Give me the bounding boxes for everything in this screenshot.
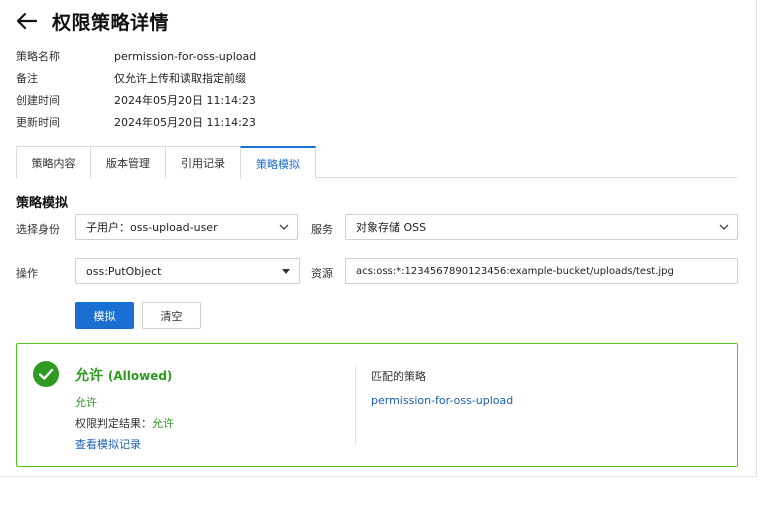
service-select-value: 对象存储 OSS bbox=[356, 221, 427, 234]
decision-value: 允许 bbox=[152, 417, 174, 430]
result-title: 允许 (Allowed) bbox=[75, 365, 172, 385]
policy-info: 策略名称 permission-for-oss-upload 备注 仅允许上传和… bbox=[16, 45, 256, 133]
info-row-name: 策略名称 permission-for-oss-upload bbox=[16, 45, 256, 67]
policy-name-value: permission-for-oss-upload bbox=[114, 49, 257, 63]
check-circle-icon bbox=[33, 361, 59, 387]
result-status-text: 允许 bbox=[75, 396, 97, 409]
resource-input-value: acs:oss:*:1234567890123456:example-bucke… bbox=[356, 265, 674, 277]
chevron-down-icon bbox=[711, 224, 737, 230]
result-divider bbox=[355, 364, 356, 446]
info-label: 创建时间 bbox=[16, 94, 60, 107]
info-label: 更新时间 bbox=[16, 116, 60, 129]
tab-bar: 策略内容 版本管理 引用记录 策略模拟 bbox=[16, 146, 738, 179]
remark-value: 仅允许上传和读取指定前缀 bbox=[114, 72, 246, 85]
caret-down-icon bbox=[273, 268, 299, 274]
policy-detail-panel: 权限策略详情 策略名称 permission-for-oss-upload 备注… bbox=[0, 0, 757, 477]
info-row-remark: 备注 仅允许上传和读取指定前缀 bbox=[16, 67, 256, 89]
simulation-result-card: 允许 (Allowed) 允许 权限判定结果：允许 查看模拟记录 匹配的策略 p… bbox=[16, 343, 738, 467]
tab-version-management[interactable]: 版本管理 bbox=[90, 146, 166, 178]
info-label: 策略名称 bbox=[16, 50, 60, 63]
clear-button[interactable]: 清空 bbox=[142, 302, 201, 329]
service-select[interactable]: 对象存储 OSS bbox=[345, 214, 738, 240]
info-row-created: 创建时间 2024年05月20日 11:14:23 bbox=[16, 89, 256, 111]
result-decision-line: 权限判定结果：允许 bbox=[75, 415, 174, 431]
result-title-text: 允许 bbox=[75, 368, 103, 384]
created-time-value: 2024年05月20日 11:14:23 bbox=[114, 94, 256, 107]
tab-policy-simulation[interactable]: 策略模拟 bbox=[240, 146, 316, 179]
tab-reference-records[interactable]: 引用记录 bbox=[165, 146, 241, 178]
identity-select[interactable]: 子用户：oss-upload-user bbox=[75, 214, 298, 240]
matched-policy-label: 匹配的策略 bbox=[371, 370, 426, 383]
tab-policy-content[interactable]: 策略内容 bbox=[16, 146, 91, 178]
info-label: 备注 bbox=[16, 72, 38, 85]
service-label: 服务 bbox=[311, 223, 333, 236]
resource-label: 资源 bbox=[311, 267, 333, 280]
page-title: 权限策略详情 bbox=[52, 11, 170, 34]
back-arrow-icon[interactable] bbox=[16, 10, 38, 32]
decision-label: 权限判定结果： bbox=[75, 417, 152, 430]
matched-policy-link[interactable]: permission-for-oss-upload bbox=[371, 394, 513, 407]
result-title-en: (Allowed) bbox=[107, 369, 173, 383]
resource-input[interactable]: acs:oss:*:1234567890123456:example-bucke… bbox=[345, 258, 738, 284]
chevron-down-icon bbox=[271, 224, 297, 230]
simulate-button[interactable]: 模拟 bbox=[75, 302, 134, 329]
identity-label: 选择身份 bbox=[16, 223, 60, 236]
action-label: 操作 bbox=[16, 267, 38, 280]
action-select-value: oss:PutObject bbox=[86, 264, 162, 278]
info-row-updated: 更新时间 2024年05月20日 11:14:23 bbox=[16, 111, 256, 133]
action-select[interactable]: oss:PutObject bbox=[75, 258, 300, 284]
view-log-link[interactable]: 查看模拟记录 bbox=[75, 436, 141, 452]
section-title: 策略模拟 bbox=[16, 196, 69, 211]
identity-select-value: 子用户：oss-upload-user bbox=[86, 221, 218, 234]
updated-time-value: 2024年05月20日 11:14:23 bbox=[114, 116, 256, 129]
page-header: 权限策略详情 bbox=[16, 8, 169, 34]
